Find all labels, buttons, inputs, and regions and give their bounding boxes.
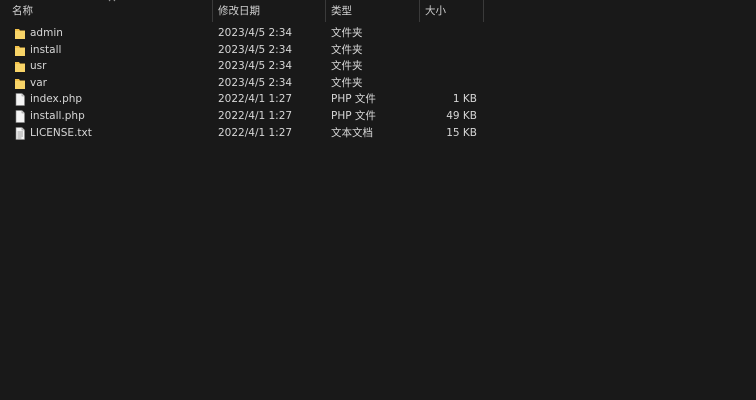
file-icon: [15, 93, 25, 107]
column-header-size[interactable]: 大小: [421, 0, 483, 22]
file-row[interactable]: usr 2023/4/5 2:34 文件夹: [0, 58, 490, 75]
file-type: 文件夹: [331, 43, 363, 56]
file-row[interactable]: index.php 2022/4/1 1:27 PHP 文件 1 KB: [0, 91, 490, 108]
file-name: index.php: [30, 93, 83, 106]
file-type: 文件夹: [331, 60, 363, 73]
column-divider[interactable]: [212, 0, 213, 22]
file-row[interactable]: install.php 2022/4/1 1:27 PHP 文件 49 KB: [0, 108, 490, 125]
file-size: [421, 75, 477, 92]
column-header-date[interactable]: 修改日期: [214, 0, 326, 22]
file-rows: admin 2023/4/5 2:34 文件夹 install 2023/4/5…: [0, 25, 756, 141]
file-date: 2022/4/1 1:27: [218, 126, 293, 139]
file-type: 文本文档: [331, 126, 373, 139]
file-type: 文件夹: [331, 27, 363, 39]
file-icon: [15, 110, 25, 123]
file-size: [421, 42, 477, 59]
file-row[interactable]: LICENSE.txt 2022/4/1 1:27 文本文档 15 KB: [0, 125, 490, 142]
file-row[interactable]: admin 2023/4/5 2:34 文件夹: [0, 25, 490, 42]
sort-ascending-icon: [108, 0, 116, 2]
file-name: install.php: [30, 109, 85, 122]
file-type: PHP 文件: [331, 109, 376, 122]
column-header-type[interactable]: 类型: [327, 0, 419, 22]
column-header: 名称 修改日期 类型 大小: [0, 0, 756, 22]
file-size: 15 KB: [446, 126, 477, 139]
folder-icon: [15, 29, 25, 39]
file-type: PHP 文件: [331, 93, 376, 106]
file-name: usr: [30, 60, 47, 73]
file-list-pane: 名称 修改日期 类型 大小 admin 2023/4/5 2:34 文件夹 in…: [0, 0, 756, 400]
folder-icon: [15, 62, 25, 73]
file-date: 2023/4/5 2:34: [218, 43, 293, 56]
file-date: 2023/4/5 2:34: [218, 60, 293, 73]
file-name: LICENSE.txt: [30, 126, 92, 139]
file-size: [421, 58, 477, 75]
file-name: install: [30, 43, 62, 56]
file-size: 1 KB: [452, 93, 477, 106]
file-date: 2022/4/1 1:27: [218, 93, 293, 106]
column-divider[interactable]: [325, 0, 326, 22]
file-type: 文件夹: [331, 76, 363, 89]
file-date: 2022/4/1 1:27: [218, 109, 293, 122]
column-header-name[interactable]: 名称: [8, 0, 212, 22]
folder-icon: [15, 78, 25, 89]
text-file-icon: [15, 126, 25, 140]
file-row[interactable]: install 2023/4/5 2:34 文件夹: [0, 42, 490, 59]
file-date: 2023/4/5 2:34: [218, 76, 293, 89]
file-size: 49 KB: [446, 109, 477, 122]
file-row[interactable]: var 2023/4/5 2:34 文件夹: [0, 75, 490, 92]
file-date: 2023/4/5 2:34: [218, 27, 293, 39]
column-divider[interactable]: [419, 0, 420, 22]
file-name: var: [30, 76, 47, 89]
file-name: admin: [30, 27, 63, 39]
column-divider[interactable]: [483, 0, 484, 22]
file-size: [421, 25, 477, 42]
folder-icon: [15, 45, 25, 56]
